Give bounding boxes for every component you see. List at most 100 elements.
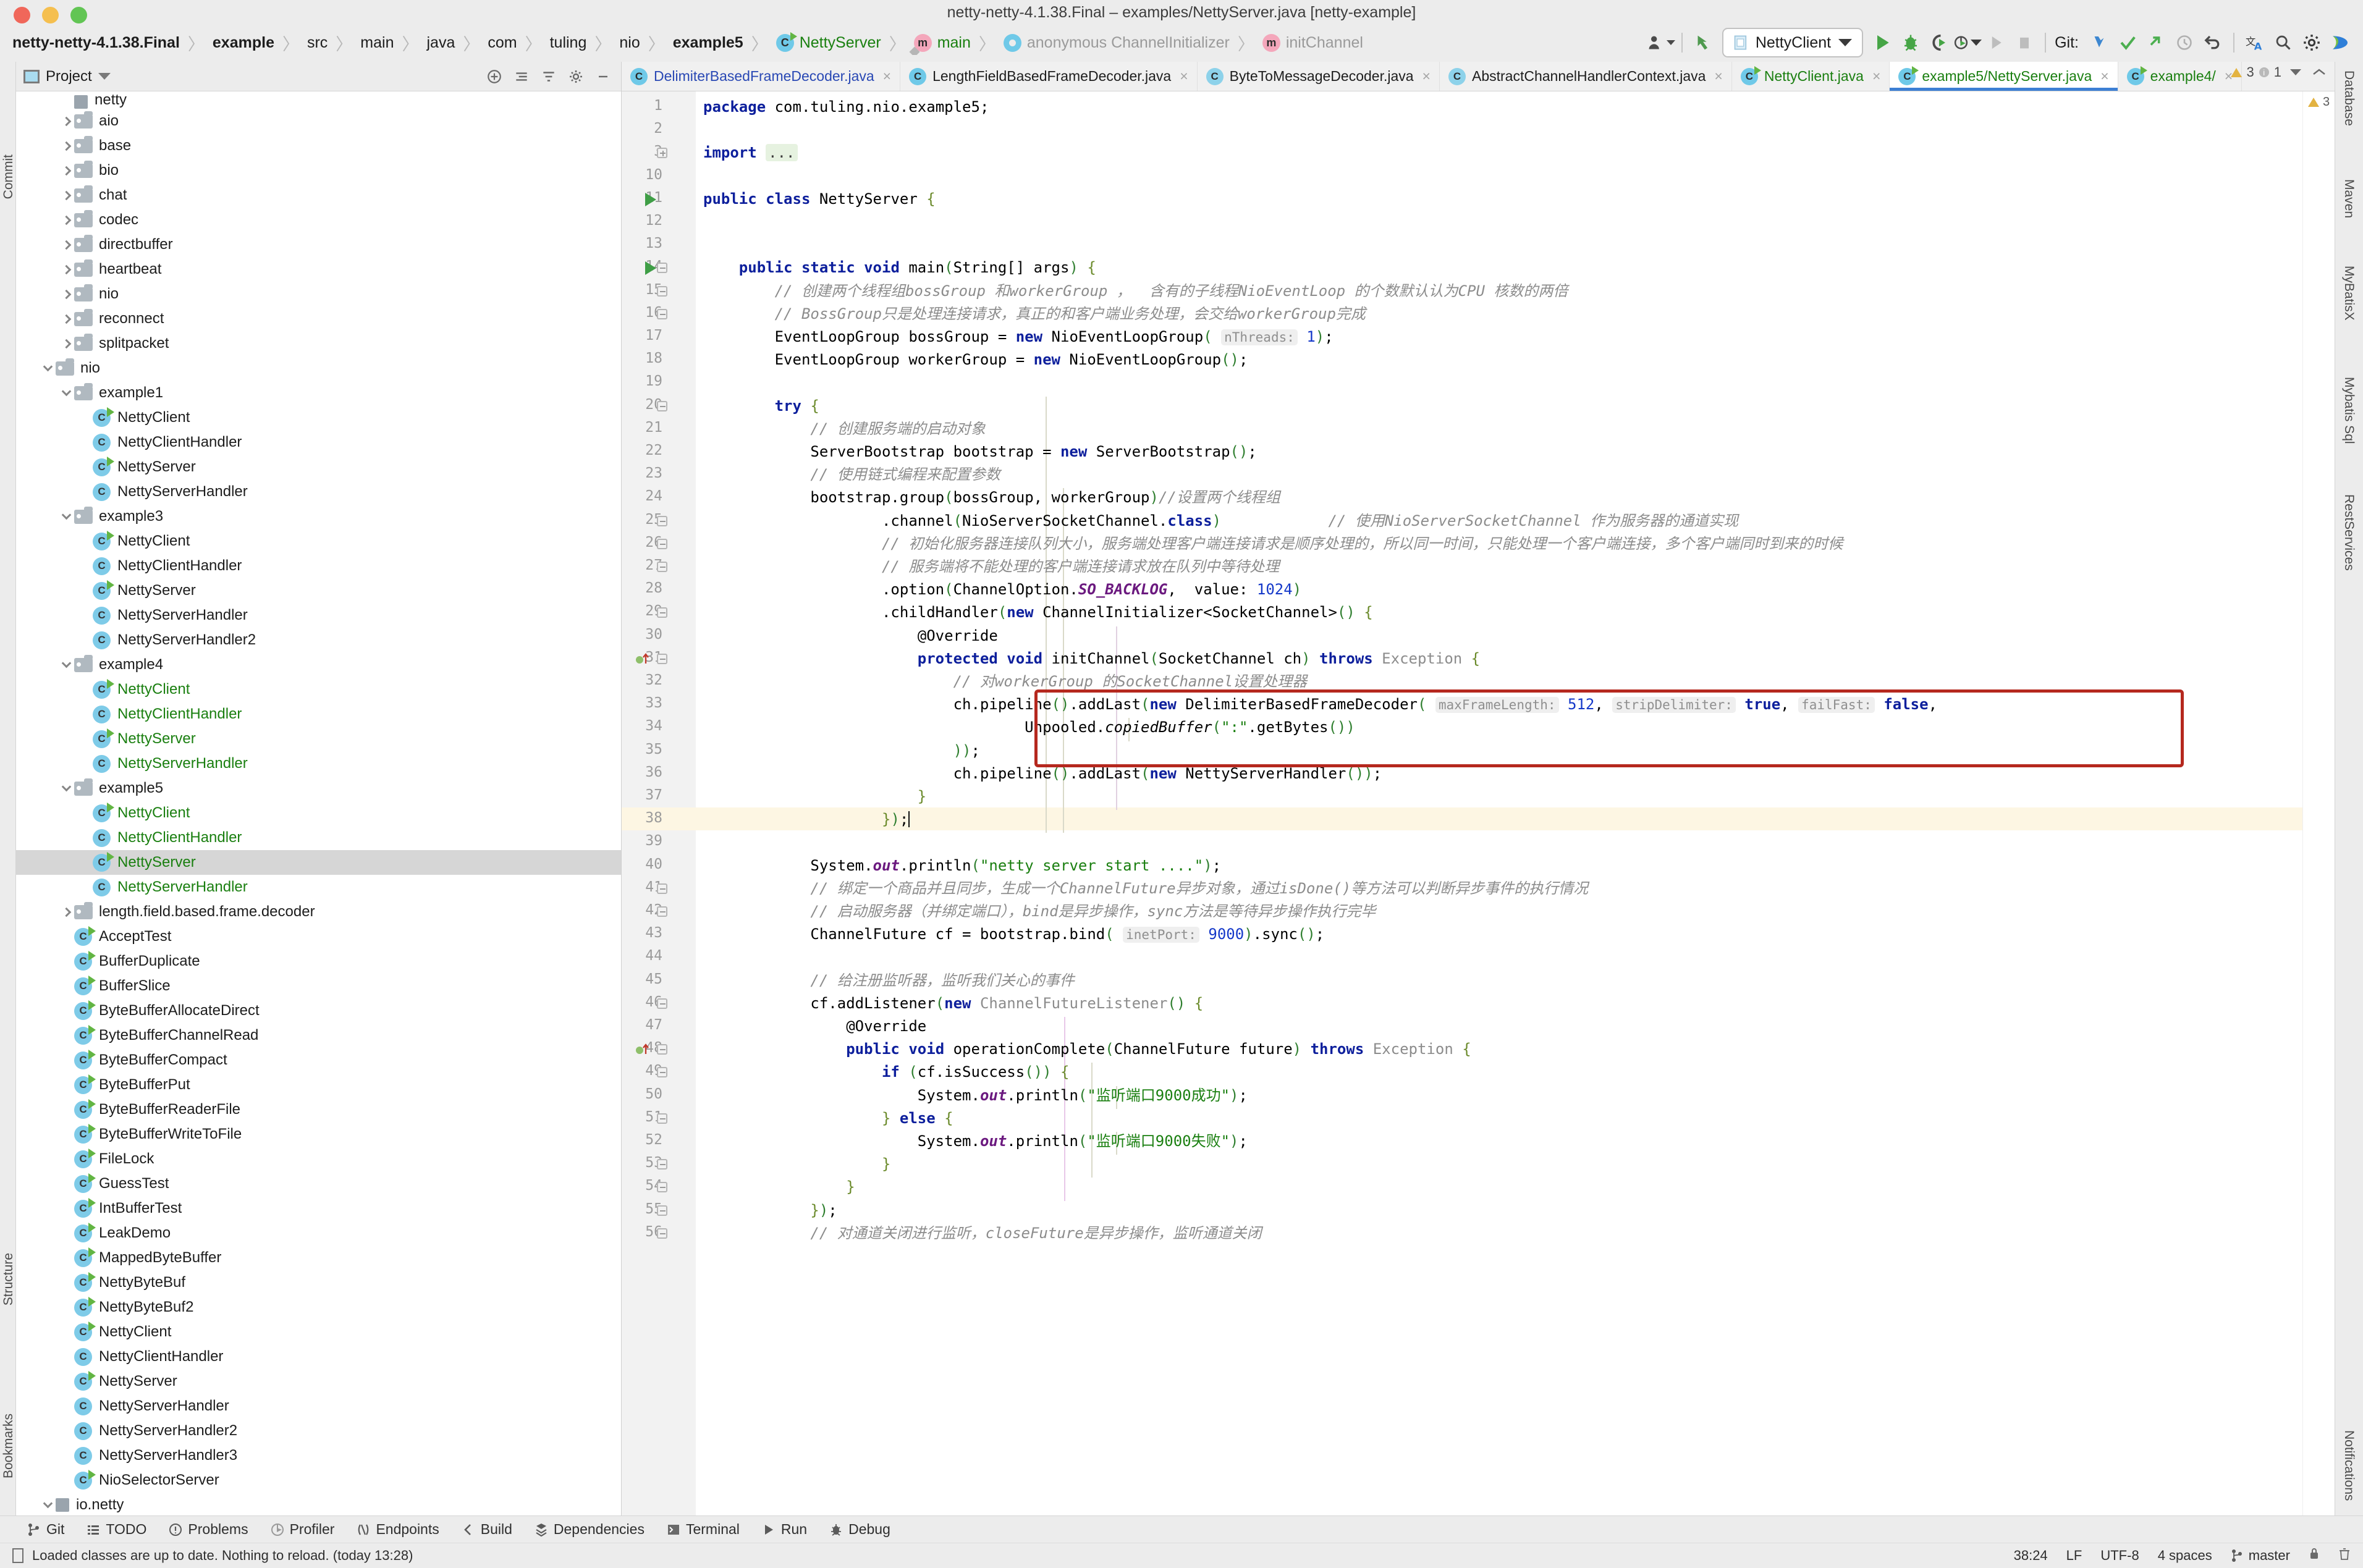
fold-collapse-icon[interactable] — [657, 1182, 667, 1192]
tree-item[interactable]: CNettyServer — [16, 850, 621, 875]
debug-button[interactable] — [1896, 28, 1925, 57]
trash-icon[interactable] — [2338, 1547, 2351, 1564]
project-tree[interactable]: nettyaiobasebiochatcodecdirectbufferhear… — [16, 91, 621, 1515]
tree-item[interactable]: CNettyServer — [16, 1369, 621, 1394]
tree-item[interactable]: CNettyClientHandler — [16, 554, 621, 578]
tree-item[interactable]: CNettyServerHandler2 — [16, 1418, 621, 1443]
fold-collapse-icon[interactable] — [657, 401, 667, 411]
override-method-icon[interactable] — [635, 652, 650, 670]
git-commit-icon[interactable] — [2113, 28, 2142, 57]
tree-item[interactable]: CNettyClientHandler — [16, 702, 621, 727]
tree-item[interactable]: splitpacket — [16, 331, 621, 356]
breadcrumb-item[interactable]: minitChannel — [1261, 34, 1364, 52]
git-push-icon[interactable] — [2142, 28, 2170, 57]
tree-item[interactable]: io.netty — [16, 1493, 621, 1515]
tree-item[interactable]: CNettyClient — [16, 801, 621, 825]
editor-tab[interactable]: Cexample4/× — [2118, 62, 2243, 91]
tool-button-notifications[interactable]: Notifications — [2341, 1430, 2356, 1501]
file-encoding[interactable]: UTF-8 — [2100, 1548, 2139, 1564]
tree-item[interactable]: CNettyClient — [16, 677, 621, 702]
chevron-right-icon[interactable] — [58, 909, 74, 916]
chevron-down-icon[interactable] — [58, 390, 74, 397]
run-gutter-icon[interactable] — [645, 261, 656, 275]
chevron-down-icon[interactable] — [40, 1502, 56, 1509]
breadcrumb-item[interactable]: CNettyServer — [775, 34, 882, 52]
chevron-down-icon[interactable] — [58, 513, 74, 520]
fold-collapse-icon[interactable] — [657, 1159, 667, 1170]
tool-window-button[interactable]: Profiler — [260, 1521, 346, 1538]
chevron-up-icon[interactable] — [2312, 64, 2326, 80]
fold-collapse-icon[interactable] — [657, 1044, 667, 1055]
fold-collapse-icon[interactable] — [657, 309, 667, 319]
tree-item[interactable]: length.field.based.frame.decoder — [16, 900, 621, 924]
tree-item[interactable]: CByteBufferAllocateDirect — [16, 998, 621, 1023]
git-update-icon[interactable] — [2085, 28, 2113, 57]
tool-button-bookmarks[interactable]: Bookmarks — [1, 1414, 16, 1478]
breadcrumb[interactable]: netty-netty-4.1.38.Final〉example〉src〉mai… — [11, 31, 1647, 55]
breadcrumb-item[interactable]: netty-netty-4.1.38.Final — [11, 34, 181, 52]
tree-item[interactable]: codec — [16, 208, 621, 232]
lock-icon[interactable] — [2309, 1547, 2320, 1564]
chevron-right-icon[interactable] — [58, 340, 74, 347]
fold-expand-icon[interactable] — [657, 148, 667, 158]
tree-item[interactable]: CIntBufferTest — [16, 1196, 621, 1221]
editor-tab[interactable]: CAbstractChannelHandlerContext.java× — [1440, 62, 1732, 91]
chevron-right-icon[interactable] — [58, 118, 74, 125]
close-tab-icon[interactable]: × — [1180, 68, 1188, 85]
line-separator[interactable]: LF — [2066, 1548, 2082, 1564]
tool-button-mybatisx[interactable]: MyBatisX — [2341, 266, 2356, 321]
tree-item[interactable]: CNettyServer — [16, 578, 621, 603]
chevron-down-icon[interactable] — [40, 365, 56, 372]
fold-collapse-icon[interactable] — [657, 1228, 667, 1239]
close-tab-icon[interactable]: × — [2100, 68, 2108, 85]
hide-panel-icon[interactable] — [593, 66, 614, 87]
breadcrumb-item[interactable]: tuling — [549, 34, 588, 52]
tool-window-button[interactable]: Run — [751, 1521, 818, 1538]
override-method-icon[interactable] — [635, 1042, 650, 1060]
fold-collapse-icon[interactable] — [657, 263, 667, 273]
stop-button[interactable] — [2010, 28, 2039, 57]
tree-item[interactable]: CMappedByteBuffer — [16, 1246, 621, 1270]
tree-item[interactable]: CNettyServerHandler — [16, 479, 621, 504]
tree-item[interactable]: CLeakDemo — [16, 1221, 621, 1246]
breadcrumb-item[interactable]: com — [486, 34, 518, 52]
chevron-down-icon[interactable] — [1838, 39, 1852, 46]
fold-collapse-icon[interactable] — [657, 1067, 667, 1077]
fold-collapse-icon[interactable] — [657, 906, 667, 917]
chevron-right-icon[interactable] — [58, 167, 74, 174]
tool-button-commit[interactable]: Commit — [1, 154, 16, 199]
profile-button[interactable] — [1953, 28, 1982, 57]
tool-button-database[interactable]: Database — [2341, 70, 2356, 126]
tool-window-button[interactable]: Debug — [818, 1521, 902, 1538]
fold-collapse-icon[interactable] — [657, 883, 667, 894]
tree-item[interactable]: CGuessTest — [16, 1171, 621, 1196]
close-tab-icon[interactable]: × — [1714, 68, 1722, 85]
tree-item[interactable]: bio — [16, 158, 621, 183]
tool-window-button[interactable]: Build — [450, 1521, 523, 1538]
editor-gutter[interactable]: 1231011121314151617181920212223242526272… — [622, 91, 696, 1515]
close-tab-icon[interactable]: × — [883, 68, 891, 85]
tree-item[interactable]: base — [16, 133, 621, 158]
collapse-all-icon[interactable] — [511, 66, 532, 87]
run-gutter-icon[interactable] — [645, 193, 656, 206]
tree-item[interactable]: CByteBufferChannelRead — [16, 1023, 621, 1048]
tree-item[interactable]: CNettyServer — [16, 727, 621, 751]
chevron-right-icon[interactable] — [58, 316, 74, 322]
breadcrumb-item[interactable]: anonymous ChannelInitializer — [1002, 34, 1231, 52]
chevron-right-icon[interactable] — [58, 266, 74, 273]
chevron-right-icon[interactable] — [58, 217, 74, 224]
tree-item[interactable]: CNettyClient — [16, 405, 621, 430]
tool-button-structure[interactable]: Structure — [1, 1253, 16, 1305]
fold-collapse-icon[interactable] — [657, 654, 667, 664]
editor-tab[interactable]: CByteToMessageDecoder.java× — [1198, 62, 1440, 91]
tree-item[interactable]: example5 — [16, 776, 621, 801]
tool-window-button[interactable]: Terminal — [656, 1521, 751, 1538]
ide-logo-icon[interactable] — [2326, 28, 2354, 57]
tree-item[interactable]: CNettyClientHandler — [16, 430, 621, 455]
git-history-icon[interactable] — [2170, 28, 2199, 57]
fold-collapse-icon[interactable] — [657, 1113, 667, 1124]
tree-item[interactable]: CByteBufferPut — [16, 1073, 621, 1097]
tree-item[interactable]: CBufferDuplicate — [16, 949, 621, 974]
breadcrumb-item[interactable]: java — [425, 34, 456, 52]
tool-button-mybatis-sql[interactable]: Mybatis Sql — [2341, 377, 2356, 444]
